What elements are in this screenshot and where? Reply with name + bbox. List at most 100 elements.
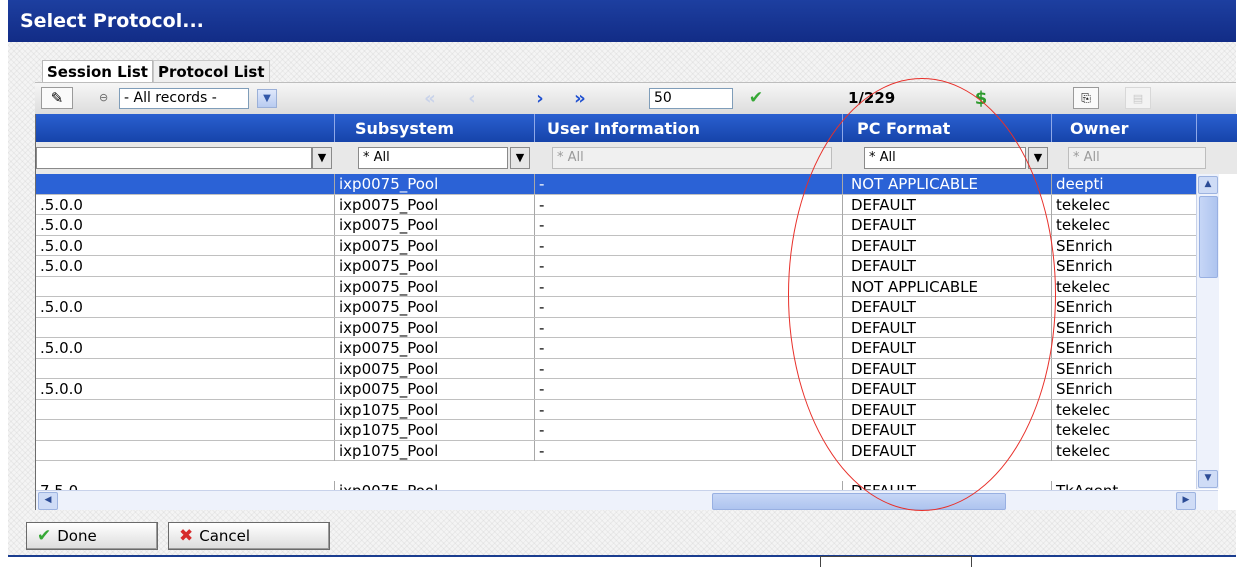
scroll-right-icon[interactable]: ▶ <box>1176 492 1196 510</box>
subsystem-cell: ixp0075_Pool <box>334 215 534 235</box>
owner-cell: TkAgent <box>1051 481 1196 490</box>
version-cell <box>36 359 334 379</box>
table-row[interactable]: .5.0.0 ixp0075_Pool - DEFAULT SEnrich <box>36 379 1196 400</box>
vertical-scroll-thumb[interactable] <box>1199 196 1218 278</box>
user-info-cell: - <box>534 256 842 276</box>
vertical-scrollbar[interactable]: ▲ ▼ <box>1196 174 1219 489</box>
table-row[interactable]: ixp1075_Pool - DEFAULT tekelec <box>36 440 1196 461</box>
column-header-next[interactable] <box>1196 114 1237 142</box>
owner-cell: SEnrich <box>1051 256 1196 276</box>
tab-bar: Session List Protocol List <box>42 60 270 82</box>
pc-format-cell: DEFAULT <box>842 399 1051 420</box>
table-row[interactable]: .5.0.0 ixp0075_Pool - DEFAULT SEnrich <box>36 297 1196 318</box>
pc-format-cell: DEFAULT <box>842 256 1051 276</box>
pc-format-cell: NOT APPLICABLE <box>842 276 1051 297</box>
subsystem-filter-input[interactable]: * All <box>358 147 508 169</box>
user-info-cell: - <box>534 297 842 317</box>
column-header-user-information[interactable]: User Information <box>534 114 842 142</box>
scroll-down-icon[interactable]: ▼ <box>1198 470 1218 488</box>
pc-format-cell: DEFAULT <box>842 440 1051 461</box>
cancel-label: Cancel <box>199 527 251 545</box>
subsystem-cell: ixp1075_Pool <box>334 440 534 461</box>
column-header-owner[interactable]: Owner <box>1051 114 1196 142</box>
subsystem-cell: ixp0075_Pool <box>334 194 534 215</box>
user-info-cell: - <box>534 399 842 420</box>
owner-cell: tekelec <box>1051 399 1196 420</box>
owner-filter-input: * All <box>1068 147 1206 169</box>
table-row[interactable]: .5.0.0 ixp0075_Pool - DEFAULT tekelec <box>36 215 1196 236</box>
table-row[interactable]: .5.0.0 ixp0075_Pool - DEFAULT tekelec <box>36 194 1196 215</box>
table-row[interactable]: .5.0.0 ixp0075_Pool - DEFAULT SEnrich <box>36 338 1196 359</box>
select-protocol-dialog: Select Protocol... Session List Protocol… <box>8 0 1237 557</box>
subsystem-cell: ixp0075_Pool <box>334 235 534 256</box>
edit-pencil-button[interactable]: ✎ <box>41 87 73 109</box>
chevron-down-icon[interactable]: ▼ <box>510 147 530 169</box>
chevron-down-icon[interactable]: ▼ <box>257 89 277 108</box>
table-row[interactable]: ixp0075_Pool - NOT APPLICABLE deepti <box>36 174 1196 195</box>
table-row[interactable]: ixp1075_Pool - DEFAULT tekelec <box>36 420 1196 441</box>
user-info-filter-input: * All <box>552 147 832 169</box>
subsystem-cell: ixp0075_Pool <box>334 256 534 276</box>
version-cell <box>36 420 334 440</box>
chevron-down-icon[interactable]: ▼ <box>312 147 332 169</box>
subsystem-cell: ixp0075_Pool <box>334 276 534 297</box>
version-cell: .5.0.0 <box>40 257 83 275</box>
last-page-button[interactable]: » <box>563 87 597 111</box>
column-header-version[interactable] <box>36 114 334 142</box>
user-info-cell: - <box>534 215 842 235</box>
pencil-icon: ✎ <box>50 89 64 107</box>
version-cell <box>36 318 334 338</box>
table-row[interactable]: ixp0075_Pool - DEFAULT SEnrich <box>36 358 1196 379</box>
cancel-button[interactable]: ✖ Cancel <box>168 522 330 550</box>
horizontal-scroll-thumb[interactable] <box>712 493 1006 510</box>
subsystem-cell: ixp0075_Pool <box>334 317 534 338</box>
owner-cell: tekelec <box>1051 276 1196 297</box>
refresh-button[interactable]: $ <box>967 87 995 109</box>
underlying-window-edge <box>820 556 972 567</box>
table-row[interactable]: ixp0075_Pool - DEFAULT SEnrich <box>36 317 1196 338</box>
version-cell <box>36 400 334 420</box>
pc-format-cell: DEFAULT <box>842 317 1051 338</box>
pc-format-cell: DEFAULT <box>842 481 1051 490</box>
table-row[interactable]: .5.0.0 ixp0075_Pool - DEFAULT SEnrich <box>36 235 1196 256</box>
owner-cell: SEnrich <box>1051 317 1196 338</box>
version-cell: .5.0.0 <box>40 195 83 214</box>
checkmark-icon: ✔ <box>748 88 764 108</box>
done-button[interactable]: ✔ Done <box>26 522 158 550</box>
owner-cell: SEnrich <box>1051 338 1196 358</box>
owner-cell: SEnrich <box>1051 297 1196 317</box>
user-info-cell: - <box>534 174 842 194</box>
page-size-input[interactable]: 50 <box>649 88 733 109</box>
table-row[interactable]: .5.0.0 ixp0075_Pool - DEFAULT SEnrich <box>36 256 1196 277</box>
records-filter-select[interactable]: - All records - <box>119 88 249 109</box>
column-header-subsystem[interactable]: Subsystem <box>334 114 534 142</box>
version-cell <box>36 441 334 461</box>
owner-cell: SEnrich <box>1051 358 1196 379</box>
owner-cell: tekelec <box>1051 440 1196 461</box>
horizontal-scrollbar[interactable]: ◀ ▶ <box>36 490 1218 510</box>
column-header-pc-format[interactable]: PC Format <box>842 114 1051 142</box>
partial-table-row[interactable]: 7.5.0 ixp0075_Pool DEFAULT TkAgent <box>36 481 1196 490</box>
grid-header: Subsystem User Information PC Format Own… <box>36 114 1237 142</box>
subsystem-cell: ixp1075_Pool <box>334 399 534 420</box>
subsystem-cell: ixp0075_Pool <box>334 174 534 194</box>
table-row[interactable]: ixp0075_Pool - NOT APPLICABLE tekelec <box>36 276 1196 297</box>
scroll-up-icon[interactable]: ▲ <box>1198 176 1218 194</box>
pc-format-filter-input[interactable]: * All <box>864 147 1026 169</box>
version-filter-input[interactable] <box>36 147 312 169</box>
subsystem-cell: ixp0075_Pool <box>334 379 534 399</box>
export-button[interactable]: ⎘ <box>1073 87 1099 109</box>
subsystem-cell: ixp0075_Pool <box>334 358 534 379</box>
table-row[interactable]: ixp1075_Pool - DEFAULT tekelec <box>36 399 1196 420</box>
tab-protocol-list[interactable]: Protocol List <box>152 60 270 82</box>
scroll-left-icon[interactable]: ◀ <box>38 492 58 510</box>
version-cell <box>36 277 334 297</box>
chevron-down-icon[interactable]: ▼ <box>1028 147 1048 169</box>
next-page-button[interactable]: › <box>523 87 557 111</box>
tab-session-list[interactable]: Session List <box>42 60 153 82</box>
print-icon: ▤ <box>1132 91 1144 105</box>
apply-page-size-button[interactable]: ✔ <box>739 87 773 109</box>
grid-rows: ixp0075_Pool - NOT APPLICABLE deepti .5.… <box>36 174 1196 461</box>
protocol-grid: Subsystem User Information PC Format Own… <box>35 114 1237 510</box>
user-info-cell: - <box>534 440 842 461</box>
